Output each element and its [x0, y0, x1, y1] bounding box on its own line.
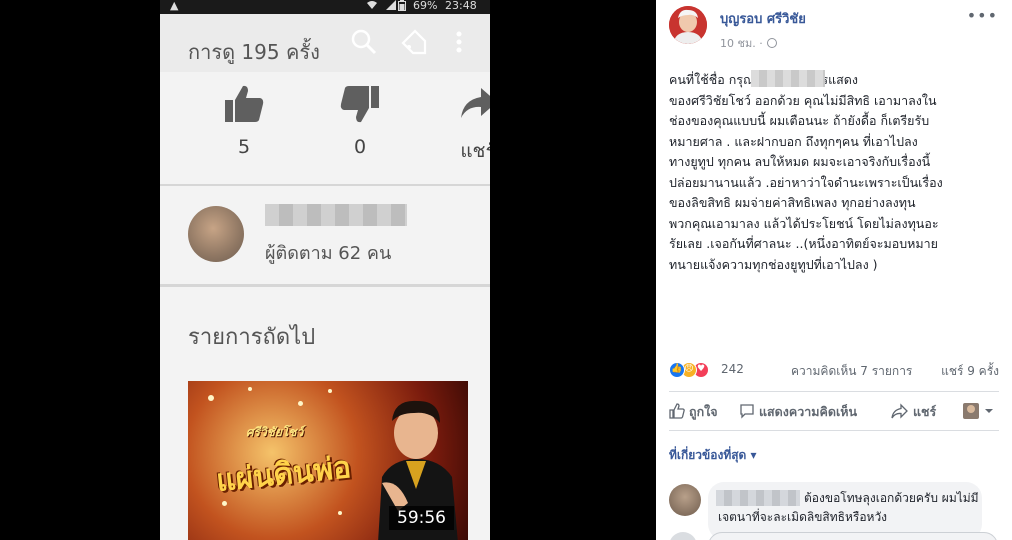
more-options-icon[interactable]: ••• — [967, 6, 998, 25]
dislike-count: 0 — [353, 136, 367, 158]
comment-count[interactable]: ความคิดเห็น 7 รายการ — [791, 362, 912, 381]
comment-label: แสดงความคิดเห็น — [759, 404, 858, 419]
comment-icon — [740, 404, 754, 419]
share-icon — [891, 403, 908, 419]
sparkle — [298, 401, 303, 406]
blurred-username — [751, 70, 825, 87]
channel-avatar — [188, 206, 244, 262]
post-text: คนที่ใช้ชื่อ กรุณาลบบรรที่การแสดง ของศรี… — [669, 72, 943, 272]
post-time-text: 10 ชม. · — [720, 37, 763, 50]
show-logo: ศรีวิชัยโชว์ — [246, 425, 304, 439]
sparkle — [338, 511, 342, 515]
up-next-section: รายการถัดไป ศรีวิชัยโชว์ แผ่นดินพ่อ 59:5… — [160, 287, 490, 540]
thumbs-up-icon — [669, 403, 685, 419]
subscriber-count: ผู้ติดตาม 62 คน — [265, 243, 392, 264]
comment-button[interactable]: แสดงความคิดเห็น — [739, 402, 857, 422]
share-label: แชร์ — [913, 404, 937, 419]
divider — [669, 391, 999, 392]
phone-status-bar: ▲ 69% 23:48 — [160, 0, 490, 14]
status-clock: 23:48 — [445, 0, 477, 12]
warning-icon: ▲ — [170, 0, 179, 12]
battery-icon — [398, 0, 410, 11]
channel-row: ผู้ติดตาม 62 คน — [160, 186, 490, 284]
reaction-count[interactable]: 242 — [721, 362, 744, 376]
share-arrow-icon — [461, 88, 490, 118]
tag-icon — [400, 28, 428, 56]
like-reaction-icon: 👍 — [669, 362, 685, 378]
next-commenter-avatar — [669, 532, 697, 540]
video-actions: 5 0 แชร์ — [160, 72, 490, 184]
battery-percent: 69% — [413, 0, 438, 12]
like-button[interactable]: ถูกใจ — [669, 402, 718, 422]
sparkle — [248, 387, 252, 391]
author-avatar[interactable] — [669, 6, 707, 44]
signal-icon — [386, 0, 396, 13]
more-vert-icon — [454, 28, 482, 56]
post-photo[interactable]: ▲ 69% 23:48 การดู 195 ครั้ง 5 0 แช ผู้ติ… — [0, 0, 656, 540]
like-action: 5 — [214, 84, 274, 158]
dislike-action: 0 — [330, 84, 390, 158]
share-label: แชร์ — [460, 140, 490, 162]
sparkle — [328, 389, 332, 393]
share-action: แชร์ — [448, 84, 490, 166]
globe-icon — [766, 38, 777, 48]
reaction-summary: 👍 😠 ♥ 242 ความคิดเห็น 7 รายการ แชร์ 9 คร… — [669, 360, 999, 382]
thumbnail-title: แผ่นดินพ่อ — [214, 450, 353, 499]
search-icon — [350, 28, 378, 56]
author-name[interactable]: บุญรอบ ศรีวิชัย — [720, 8, 806, 29]
reaction-icons[interactable]: 👍 😠 ♥ — [669, 362, 719, 380]
video-thumbnail: ศรีวิชัยโชว์ แผ่นดินพ่อ 59:56 — [188, 381, 468, 540]
post-actions: ถูกใจ แสดงความคิดเห็น แชร์ — [669, 398, 999, 426]
comment-text: ต้องขอโทษลุงเอกด้วยครับ ผมไม่มีเจตนาที่จ… — [718, 491, 979, 524]
wifi-icon — [366, 0, 378, 13]
blurred-channel-name — [265, 204, 407, 226]
view-count: การดู 195 ครั้ง — [188, 40, 320, 64]
divider — [669, 430, 999, 431]
like-count: 5 — [237, 136, 251, 158]
up-next-title: รายการถัดไป — [188, 325, 316, 350]
mini-avatar-dropdown-icon — [963, 403, 993, 419]
share-button[interactable]: แชร์ — [891, 402, 936, 422]
thumbs-up-icon — [225, 85, 264, 122]
thumbs-down-icon — [340, 86, 379, 123]
sparkle — [208, 395, 214, 401]
video-info-header: การดู 195 ครั้ง — [160, 14, 490, 72]
audience-selector[interactable] — [963, 401, 999, 419]
phone-screen: ▲ 69% 23:48 การดู 195 ครั้ง 5 0 แช ผู้ติ… — [160, 0, 490, 540]
like-label: ถูกใจ — [689, 404, 718, 419]
post-timestamp[interactable]: 10 ชม. · — [720, 34, 777, 52]
facebook-post: บุญรอบ ศรีวิชัย 10 ชม. · ••• คนที่ใช้ชื่… — [656, 0, 1012, 540]
share-count[interactable]: แชร์ 9 ครั้ง — [941, 362, 999, 381]
write-comment-field[interactable] — [708, 532, 998, 540]
video-duration: 59:56 — [389, 506, 454, 530]
commenter-avatar[interactable] — [669, 484, 701, 516]
screenshot-root: ▲ 69% 23:48 การดู 195 ครั้ง 5 0 แช ผู้ติ… — [0, 0, 1012, 540]
sort-comments-dropdown[interactable]: ที่เกี่ยวข้องที่สุด ▾ — [669, 446, 757, 465]
